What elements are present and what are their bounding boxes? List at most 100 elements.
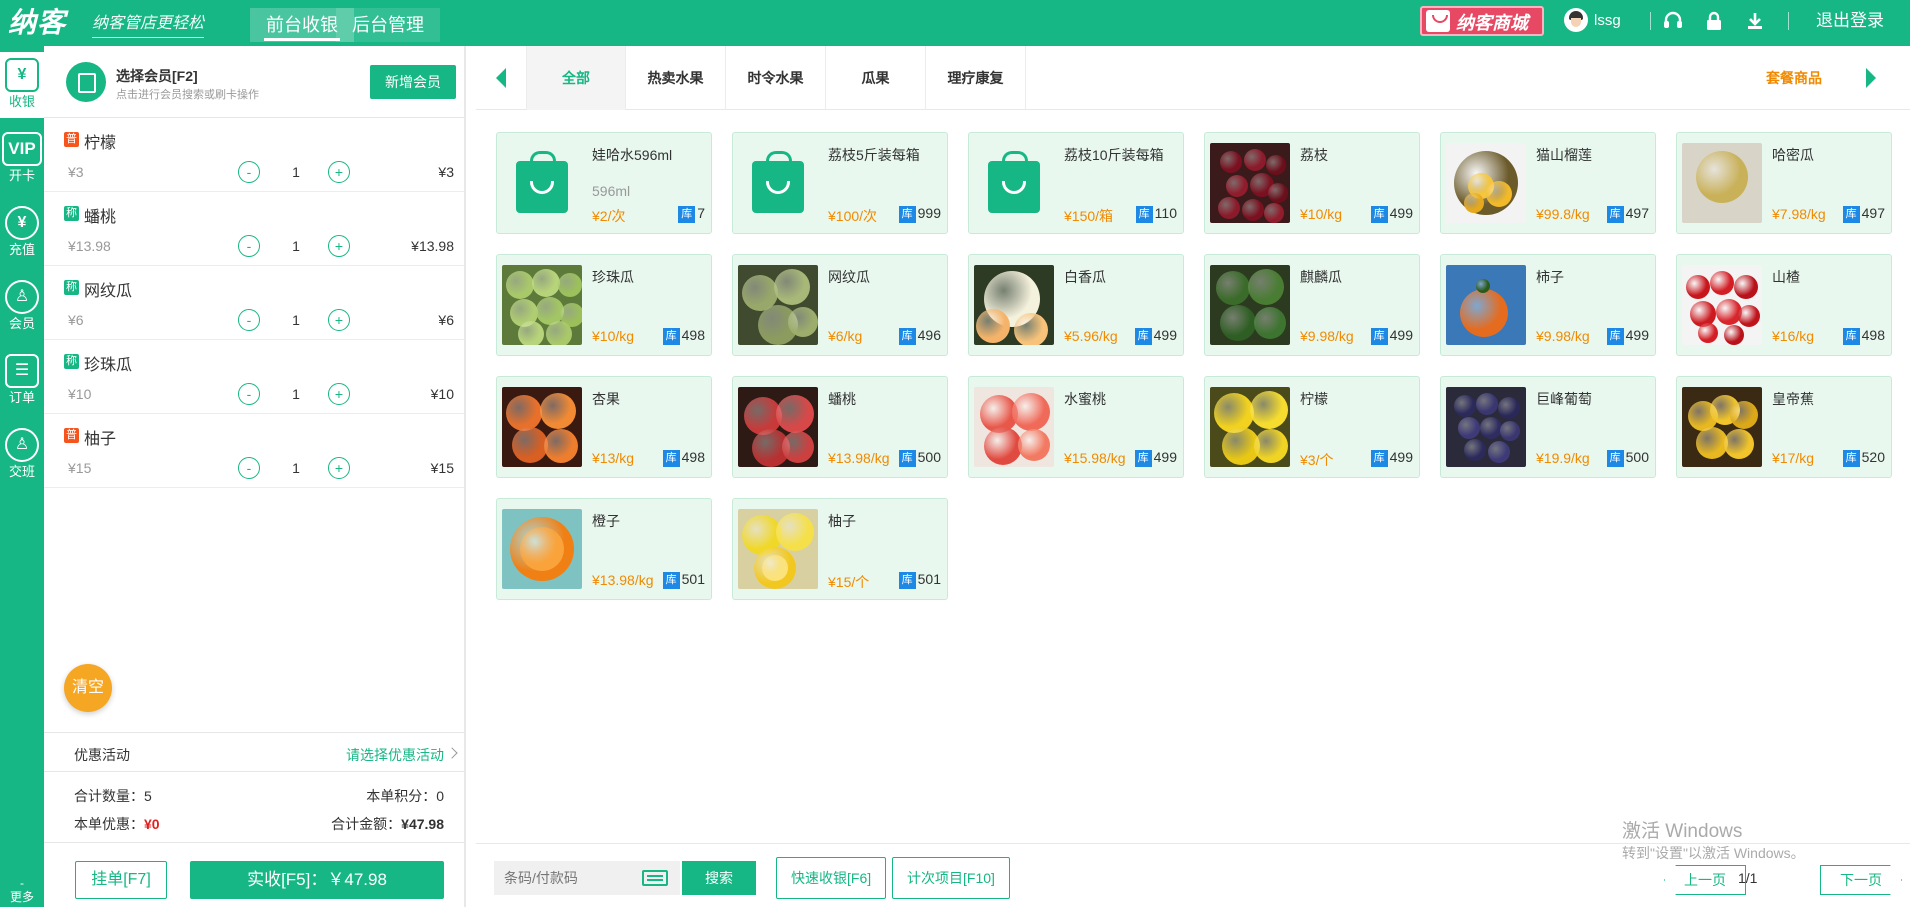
increase-qty-button[interactable]: + [328,235,350,257]
sidebar: ¥ 收银 VIP 开卡 ¥ 充值 ♙ 会员 ☰ 订单 ♙ 交班 - 更多 [0,46,44,907]
divider [44,842,464,843]
stock-badge: 库 [1842,328,1860,345]
download-icon[interactable] [1744,10,1766,32]
avatar[interactable] [1564,8,1588,32]
add-member-button[interactable]: 新增会员 [370,65,456,99]
cart-item[interactable]: 称蟠桃 ¥13.98 - 1 + ¥13.98 [44,192,464,266]
stock-count: 497 [1625,205,1649,221]
sidebar-more[interactable]: - 更多 [0,876,44,904]
logout-button[interactable]: 退出登录 [1816,8,1884,34]
member-selector[interactable]: 选择会员[F2] 点击进行会员搜索或刷卡操作 新增会员 [44,46,464,118]
total-qty-value: 5 [144,788,152,804]
product-image [974,265,1054,345]
sidebar-item-label: 收银 [8,94,35,109]
cart-item[interactable]: 称珍珠瓜 ¥10 - 1 + ¥10 [44,340,464,414]
item-qty: 1 [292,238,300,254]
search-button[interactable]: 搜索 [682,861,756,895]
order-points: 本单积分：0 [366,786,444,806]
sidebar-item-orders[interactable]: ☰ 订单 [0,348,44,414]
combo-products-link[interactable]: 套餐商品 [1766,46,1822,110]
prev-page-button[interactable]: 上一页 [1664,865,1746,895]
sidebar-item-open-card[interactable]: VIP 开卡 [0,126,44,192]
increase-qty-button[interactable]: + [328,161,350,183]
tab-category-therapy[interactable]: 理疗康复 [926,46,1026,110]
product-image [1210,387,1290,467]
increase-qty-button[interactable]: + [328,309,350,331]
next-page-button[interactable]: 下一页 [1820,865,1902,895]
cart-item[interactable]: 普柠檬 ¥3-1 + ¥3 [44,118,464,192]
sidebar-item-shift[interactable]: ♙ 交班 [0,422,44,488]
product-card[interactable]: 网纹瓜 ¥6/kg 库 496 [732,254,948,356]
more-icon: - [20,876,24,890]
product-card[interactable]: 荔枝10斤装每箱 ¥150/箱 库 110 [968,132,1184,234]
stock-count: 520 [1861,449,1885,465]
item-subtotal: ¥10 [430,386,454,402]
product-card[interactable]: 杏果 ¥13/kg 库 498 [496,376,712,478]
product-card[interactable]: 哈密瓜 ¥7.98/kg 库 497 [1676,132,1892,234]
hold-order-button[interactable]: 挂单[F7] [75,861,167,899]
decrease-qty-button[interactable]: - [238,383,260,405]
count-items-button[interactable]: 计次项目[F10] [892,857,1010,899]
clear-cart-button[interactable]: 清空 [64,664,112,712]
headset-icon[interactable] [1662,10,1684,32]
mall-button[interactable]: 纳客商城 [1420,6,1544,36]
product-card[interactable]: 娃哈水596ml 596ml ¥2/次 库 7 [496,132,712,234]
product-card[interactable]: 巨峰葡萄 ¥19.9/kg 库 500 [1440,376,1656,478]
tab-category-all[interactable]: 全部 [526,46,626,110]
tab-category-hot[interactable]: 热卖水果 [626,46,726,110]
product-card[interactable]: 荔枝 ¥10/kg 库 499 [1204,132,1420,234]
product-stock: 库 501 [898,571,941,589]
cart-item[interactable]: 称网纹瓜 ¥6-1 + ¥6 [44,266,464,340]
increase-qty-button[interactable]: + [328,383,350,405]
product-price: ¥10/kg [592,328,635,344]
decrease-qty-button[interactable]: - [238,309,260,331]
pay-button[interactable]: 实收[F5]：￥47.98 [190,861,444,899]
product-name: 猫山榴莲 [1536,147,1592,163]
category-next-arrow-icon[interactable] [1866,68,1876,88]
product-card[interactable]: 蟠桃 ¥13.98/kg 库 500 [732,376,948,478]
product-card[interactable]: 水蜜桃 ¥15.98/kg 库 499 [968,376,1184,478]
product-card[interactable]: 山楂 ¥16/kg 库 498 [1676,254,1892,356]
stock-badge: 库 [662,328,680,345]
product-card[interactable]: 柠檬 ¥3/个 库 499 [1204,376,1420,478]
discount-value: ¥0 [144,816,160,832]
product-name: 白香瓜 [1064,269,1106,285]
product-card[interactable]: 白香瓜 ¥5.96/kg 库 499 [968,254,1184,356]
sidebar-item-recharge[interactable]: ¥ 充值 [0,200,44,266]
product-name: 荔枝5斤装每箱 [828,147,920,163]
lock-icon[interactable] [1703,10,1725,32]
increase-qty-button[interactable]: + [328,457,350,479]
top-bar: 纳客 纳客管店更轻松 前台收银 后台管理 纳客商城 lssg 退出登录 [0,0,1910,46]
item-unit-price: ¥13.98 [68,238,111,254]
decrease-qty-button[interactable]: - [238,235,260,257]
product-card[interactable]: 皇帝蕉 ¥17/kg 库 520 [1676,376,1892,478]
product-stock: 库 496 [898,327,941,345]
tab-category-seasonal[interactable]: 时令水果 [726,46,826,110]
product-name: 网纹瓜 [828,269,870,285]
tab-category-melons[interactable]: 瓜果 [826,46,926,110]
product-card[interactable]: 珍珠瓜 ¥10/kg 库 498 [496,254,712,356]
sidebar-item-members[interactable]: ♙ 会员 [0,274,44,340]
stock-badge: 库 [1370,450,1388,467]
keyboard-icon[interactable] [642,870,668,886]
stock-count: 499 [1389,327,1413,343]
product-card[interactable]: 橙子 ¥13.98/kg 库 501 [496,498,712,600]
item-name: 珍珠瓜 [84,357,133,374]
stock-count: 499 [1625,327,1649,343]
decrease-qty-button[interactable]: - [238,161,260,183]
select-promo-link[interactable]: 请选择优惠活动 [346,745,444,765]
quick-checkout-button[interactable]: 快速收银[F6] [776,857,887,899]
tab-back-office[interactable]: 后台管理 [336,8,440,42]
sidebar-item-cashier[interactable]: ¥ 收银 [0,52,44,118]
product-card[interactable]: 柿子 ¥9.98/kg 库 499 [1440,254,1656,356]
cart-item[interactable]: 普柚子 ¥15 - 1 + ¥15 [44,414,464,488]
decrease-qty-button[interactable]: - [238,457,260,479]
product-card[interactable]: 荔枝5斤装每箱 ¥100/次 库 999 [732,132,948,234]
product-card[interactable]: 柚子 ¥15/个 库 501 [732,498,948,600]
item-subtotal: ¥6 [438,312,454,328]
product-card[interactable]: 猫山榴莲 ¥99.8/kg 库 497 [1440,132,1656,234]
user-name[interactable]: lssg [1594,8,1621,34]
product-card[interactable]: 麒麟瓜 ¥9.98/kg 库 499 [1204,254,1420,356]
category-prev-arrow-icon[interactable] [496,68,506,88]
product-name: 山楂 [1772,269,1800,285]
